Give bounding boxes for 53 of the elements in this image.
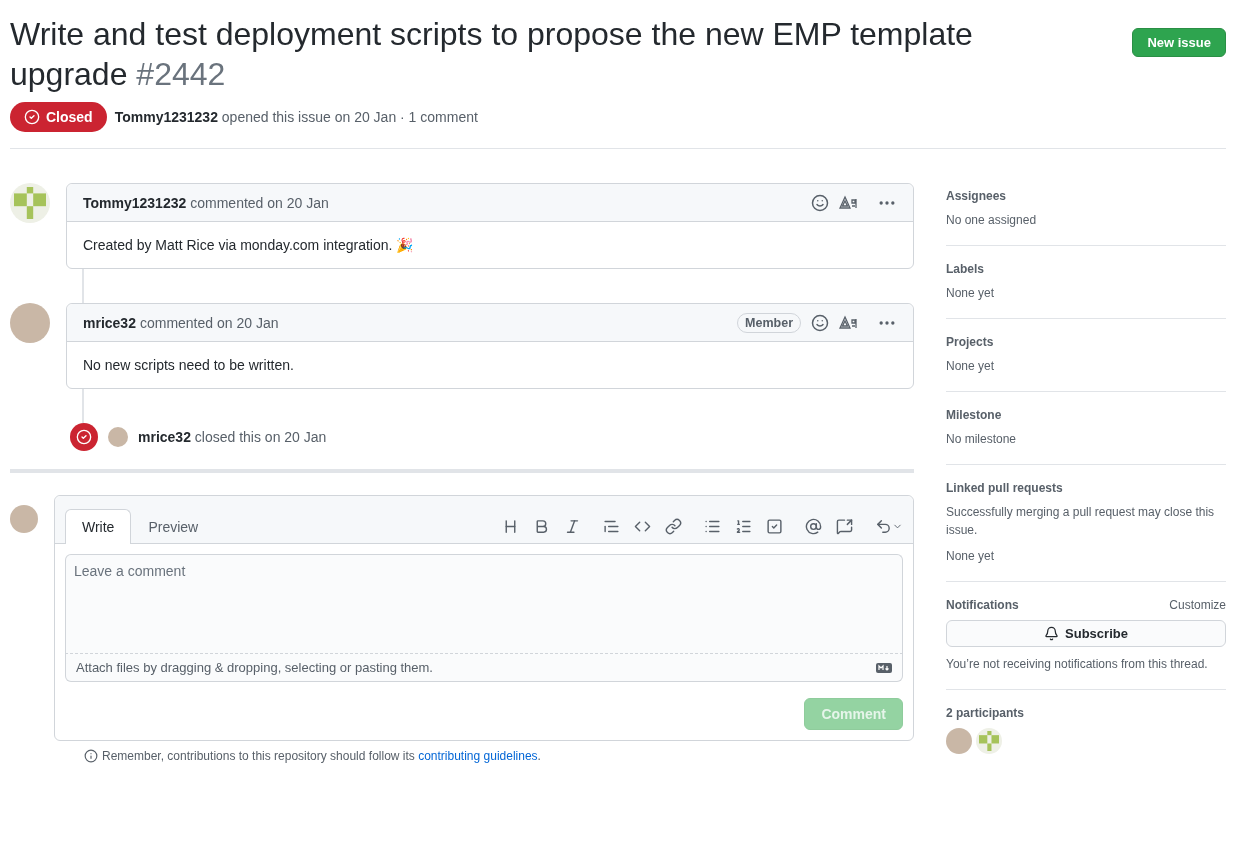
link-icon[interactable] xyxy=(665,518,682,535)
comment-field[interactable]: Leave a comment xyxy=(65,554,903,653)
mention-icon[interactable] xyxy=(805,518,822,535)
contribution-notice: Remember, contributions to this repository should follow its contributing guidelines. xyxy=(102,749,541,763)
editor-tab[interactable]: Write xyxy=(65,509,132,544)
comment-author[interactable]: Tommy1231232 xyxy=(83,194,187,211)
section-heading[interactable]: Labels xyxy=(946,262,984,276)
reference-icon[interactable] xyxy=(836,518,853,535)
bell-icon xyxy=(1044,626,1060,641)
section-value: None yet xyxy=(946,358,996,375)
markdown-icon xyxy=(876,662,892,673)
triangle-icon[interactable] xyxy=(839,314,859,331)
issue-meta: Tommy1231232 opened this issue on 20 Jan · 1 comment xyxy=(114,109,478,125)
attach-hint: Attach files by dragging & dropping, selecting or pasting them. xyxy=(76,660,433,675)
comment-author[interactable]: mrice32 xyxy=(83,314,136,331)
numbered-list-icon[interactable] xyxy=(735,518,752,535)
section-value: None yet xyxy=(946,285,996,302)
smiley-icon[interactable] xyxy=(811,313,829,332)
comment-body: No new scripts need to be written. xyxy=(82,356,295,375)
section-heading: 2 participants xyxy=(946,706,1025,720)
comment-timestamp: commented on 20 Jan xyxy=(139,314,279,331)
customize-link[interactable]: Customize xyxy=(1169,598,1226,612)
triangle-icon[interactable] xyxy=(839,194,859,211)
task-list-icon[interactable] xyxy=(766,518,783,535)
event-text: mrice32 closed this on 20 Jan xyxy=(138,429,327,445)
section-heading[interactable]: Projects xyxy=(946,335,994,349)
issue-title: Write and test deployment scripts to propose the new EMP template upgrade #2442 xyxy=(10,15,974,94)
section-heading[interactable]: Milestone xyxy=(946,408,1002,422)
smiley-icon[interactable] xyxy=(811,193,829,212)
issue-number: #2442 xyxy=(136,56,226,92)
quote-icon[interactable] xyxy=(603,518,620,535)
section-value: No one assigned xyxy=(946,212,1038,229)
section-value: No milestone xyxy=(946,431,1018,448)
closed-event-icon xyxy=(70,423,98,451)
identicon-icon xyxy=(14,187,46,219)
guidelines-link[interactable]: contributing guidelines xyxy=(418,749,538,763)
reply-icon[interactable] xyxy=(875,518,903,535)
section-note: Successfully merging a pull request may close this issue. xyxy=(946,504,1216,539)
section-heading: Notifications xyxy=(946,598,1019,612)
section-value: None yet xyxy=(946,548,996,565)
section-heading[interactable]: Linked pull requests xyxy=(946,481,1063,495)
bullet-list-icon[interactable] xyxy=(704,518,721,535)
section-heading[interactable]: Assignees xyxy=(946,189,1007,203)
state-badge: Closed xyxy=(10,102,107,132)
italic-icon[interactable] xyxy=(564,518,581,535)
editor-tab[interactable]: Preview xyxy=(131,509,216,544)
comment-timestamp: commented on 20 Jan xyxy=(190,194,329,211)
identicon-icon xyxy=(978,730,1000,752)
info-icon xyxy=(84,749,98,763)
check-circle-icon xyxy=(24,109,40,125)
subscribe-button[interactable]: Subscribe xyxy=(946,620,1226,647)
section-note: You’re not receiving notifications from this thread. xyxy=(946,656,1209,673)
comment-body: Created by Matt Rice via monday.com integration. 🎉 xyxy=(82,236,415,255)
